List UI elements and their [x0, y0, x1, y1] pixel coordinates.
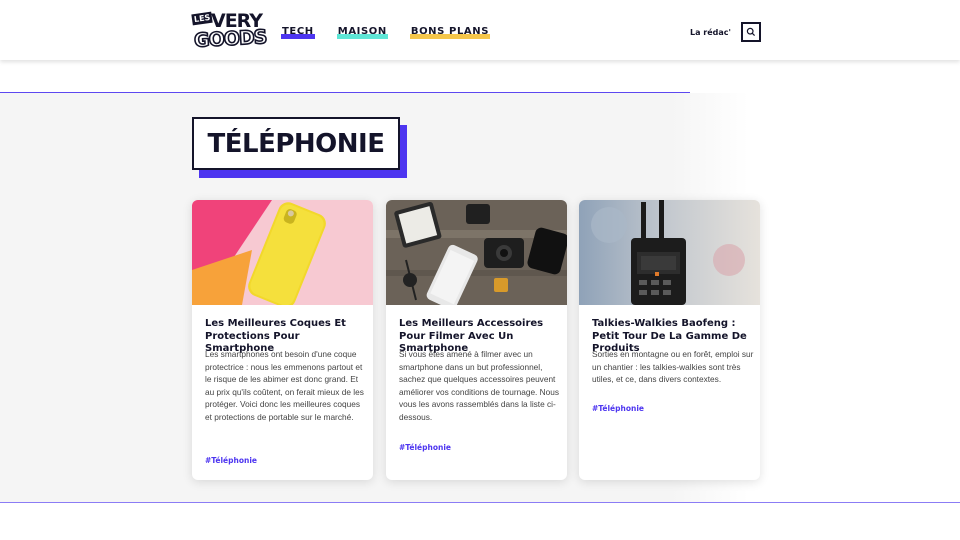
card-tag[interactable]: #Téléphonie	[592, 404, 644, 413]
filming-accessories-photo[interactable]	[386, 200, 567, 305]
nav-label: TECH	[282, 26, 314, 37]
main-nav: TECH MAISON BONS PLANS	[281, 26, 491, 39]
site-logo[interactable]: LES VERY GOODS	[191, 10, 268, 53]
search-button[interactable]	[741, 22, 761, 42]
card-tag[interactable]: #Téléphonie	[205, 456, 257, 465]
nav-item-maison[interactable]: MAISON	[336, 26, 388, 39]
card-tag[interactable]: #Téléphonie	[399, 443, 451, 452]
card-excerpt: Les smartphones ont besoin d'une coque p…	[205, 349, 364, 422]
logo-les: LES	[191, 11, 213, 26]
section-title-box: TÉLÉPHONIE	[192, 117, 400, 170]
nav-item-bons-plans[interactable]: BONS PLANS	[409, 26, 491, 39]
search-icon	[746, 27, 756, 37]
article-card[interactable]: Les Meilleurs Accessoires Pour Filmer Av…	[386, 200, 567, 480]
section-divider-bottom	[0, 502, 960, 503]
yellow-phone-case-photo[interactable]	[192, 200, 373, 305]
logo-goods: GOODS	[193, 25, 268, 52]
site-header: LES VERY GOODS TECH MAISON BONS PLANS La…	[0, 0, 960, 60]
section-divider-top	[0, 92, 690, 93]
nav-label: BONS PLANS	[410, 26, 490, 37]
redac-link[interactable]: La rédac'	[690, 28, 731, 37]
section-title: TÉLÉPHONIE	[207, 128, 385, 159]
nav-label: MAISON	[337, 26, 387, 37]
walkie-talkie-photo[interactable]	[579, 200, 760, 305]
article-card[interactable]: Talkies-Walkies Baofeng : Petit Tour De …	[579, 200, 760, 480]
article-card[interactable]: Les Meilleures Coques Et Protections Pou…	[192, 200, 373, 480]
card-excerpt: Si vous êtes amené à filmer avec un smar…	[399, 349, 560, 422]
nav-item-tech[interactable]: TECH	[281, 26, 315, 39]
card-excerpt: Sorties en montagne ou en forêt, emploi …	[592, 349, 754, 385]
